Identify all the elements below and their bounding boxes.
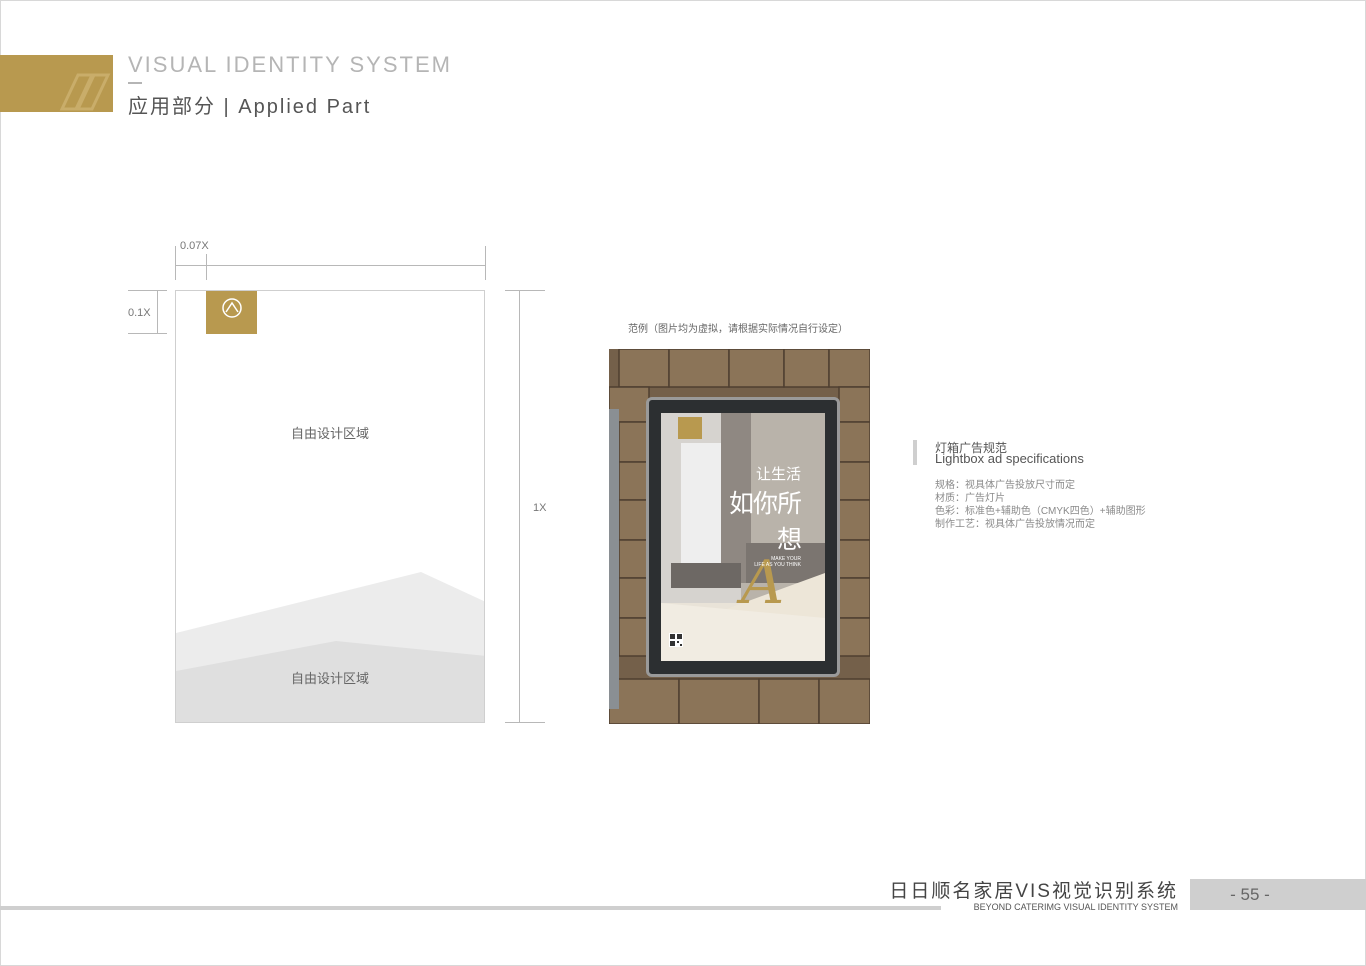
footer-subtitle: BEYOND CATERIMG VISUAL IDENTITY SYSTEM [973, 902, 1178, 912]
poster-tagline-line2: LIFE AS YOU THINK [754, 562, 801, 568]
dim-left-tick-bottom [128, 333, 167, 334]
header-title: VISUAL IDENTITY SYSTEM [128, 52, 452, 77]
footer-title: 日日顺名家居VIS视觉识别系统 [889, 881, 1178, 902]
poster-headline-line1: 让生活 [755, 465, 801, 483]
spec-line: 制作工艺：视具体广告投放情况而定 [935, 519, 1095, 530]
free-design-zone-bottom: 自由设计区域 [290, 671, 369, 686]
free-design-zone-top: 自由设计区域 [290, 426, 369, 441]
example-photo: A 让生活 如你所想 MAKE YOUR LIFE AS YOU THINK [609, 349, 870, 724]
header-divider [128, 82, 142, 84]
header-gold-block [0, 55, 113, 112]
dim-right-tick-top [505, 290, 545, 291]
page-number-block: - 55 - [1190, 879, 1366, 910]
dim-left-line [157, 290, 158, 333]
dim-top-line [175, 265, 485, 266]
spec-title-en: Lightbox ad specifications [935, 451, 1084, 466]
mountain-graphic [176, 572, 484, 722]
brand-mark-icon [222, 298, 242, 318]
dim-right-label: 1X [533, 502, 547, 514]
dim-top-tick-mid [206, 254, 207, 280]
dim-top-label: 0.07X [180, 240, 209, 252]
dim-left-label: 0.1X [128, 307, 151, 319]
dim-top-tick-left [175, 246, 176, 280]
qr-code-icon [669, 633, 683, 647]
footer-rule [0, 906, 941, 910]
poster-headline-line2: 如你所想 [728, 489, 802, 554]
lightbox-spec-diagram: 自由设计区域 自由设计区域 [175, 290, 485, 723]
dim-top-tick-right [485, 246, 486, 280]
dim-left-tick-top [128, 290, 167, 291]
logo-placeholder [206, 291, 257, 334]
poster-headline: 让生活 如你所想 MAKE YOUR LIFE AS YOU THINK [721, 463, 802, 568]
example-caption: 范例（图片均为虚拟，请根据实际情况自行设定） [628, 324, 848, 335]
background-window-strip [609, 409, 619, 709]
header-subtitle: 应用部分 | Applied Part [128, 96, 372, 118]
spec-accent-bar [913, 440, 917, 465]
dim-right-line [519, 290, 520, 723]
poster-logo [678, 417, 702, 439]
dim-right-tick-bottom [505, 722, 545, 723]
brand-mark-icon [59, 73, 111, 111]
poster: A 让生活 如你所想 MAKE YOUR LIFE AS YOU THINK [661, 413, 825, 661]
page-number: - 55 - [1230, 885, 1270, 904]
